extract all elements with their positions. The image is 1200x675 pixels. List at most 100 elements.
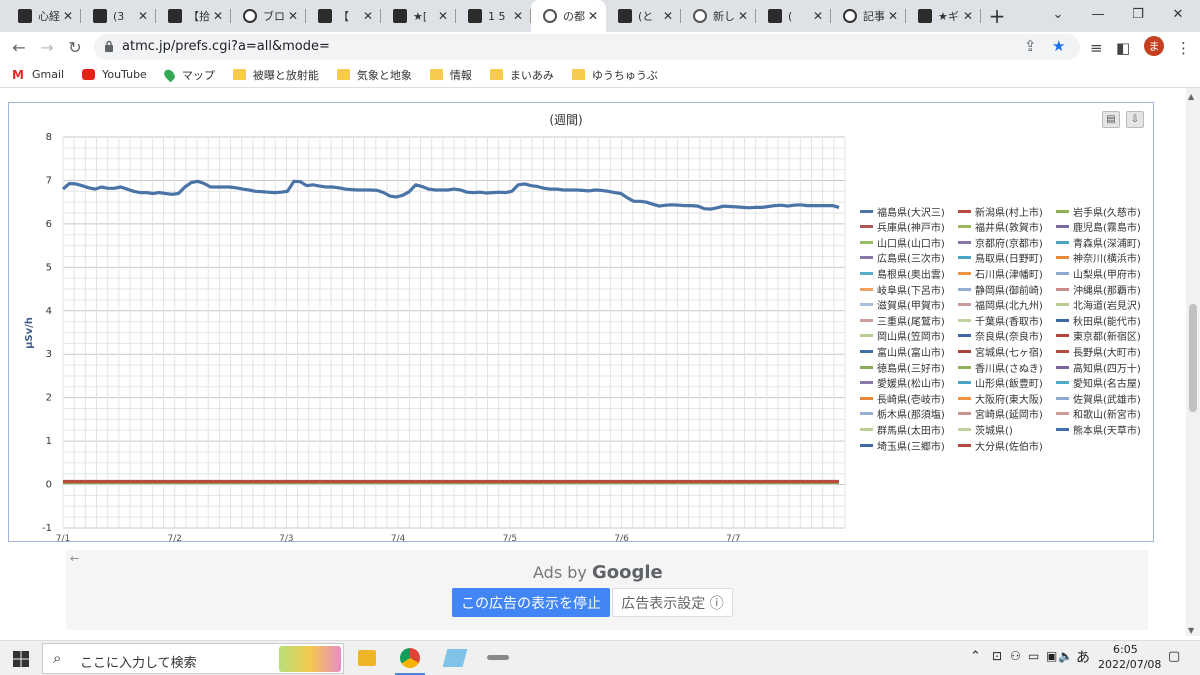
y-tick-label: 8	[46, 132, 52, 143]
scrollbar-thumb[interactable]	[1189, 304, 1197, 412]
legend-item[interactable]: 新潟県(村上市)	[958, 204, 1043, 219]
legend-item[interactable]: 大分県(佐伯市)	[958, 438, 1043, 453]
legend-label: 北海道(岩見沢)	[1073, 301, 1141, 313]
legend-label: 高知県(四万十)	[1073, 363, 1141, 375]
legend-item[interactable]: 群馬県(太田市)	[860, 422, 945, 437]
notification-icon[interactable]: ▢	[1168, 649, 1180, 664]
legend-item[interactable]: 島根県(奥出雲)	[860, 266, 945, 281]
legend-item[interactable]: 宮崎県(延岡市)	[958, 407, 1043, 421]
legend-item[interactable]: 栃木県(那須塩)	[860, 407, 945, 421]
legend-swatch	[860, 396, 873, 400]
legend-item[interactable]: 千葉県(香取市)	[958, 313, 1043, 328]
x-tick-label: 7/2	[167, 534, 181, 544]
people-icon[interactable]: ⚇	[1010, 649, 1021, 663]
legend-swatch	[860, 365, 873, 369]
legend-label: 香川県(さぬき)	[975, 363, 1043, 375]
legend-label: 栃木県(那須塩)	[877, 410, 945, 422]
legend-item[interactable]: 岩手県(久慈市)	[1056, 204, 1141, 219]
legend-item[interactable]: 茨城県()	[958, 422, 1013, 437]
legend-label: 福島県(大沢三)	[877, 207, 945, 219]
legend-item[interactable]: 北海道(岩見沢)	[1056, 298, 1141, 312]
stop-ad-button[interactable]: この広告の表示を停止	[452, 588, 610, 617]
legend-item[interactable]: 東京都(新宿区)	[1056, 329, 1141, 343]
legend-swatch	[1056, 303, 1069, 307]
legend-item[interactable]: 鳥取県(日野町)	[958, 251, 1043, 265]
legend-item[interactable]: 石川県(津幡町)	[958, 266, 1043, 281]
legend-item[interactable]: 埼玉県(三郷市)	[860, 438, 945, 453]
legend-swatch	[860, 225, 873, 229]
legend-item[interactable]: 沖縄県(那覇市)	[1056, 282, 1141, 297]
clock-time[interactable]: 6:05	[1113, 643, 1138, 656]
legend-item[interactable]: 長崎県(壱岐市)	[860, 391, 945, 406]
legend-label: 岐阜県(下呂市)	[877, 285, 945, 297]
ad-back-arrow[interactable]: ←	[70, 552, 79, 565]
y-tick-label: 7	[46, 175, 52, 186]
taskbar-search-input[interactable]: ⌕ ここに入力して検索	[42, 643, 344, 674]
legend-swatch	[958, 396, 971, 400]
legend-swatch	[1056, 225, 1069, 229]
legend-swatch	[1056, 209, 1069, 213]
legend-label: 滋賀県(甲賀市)	[877, 301, 945, 313]
legend-label: 岡山県(笠岡市)	[877, 332, 945, 344]
legend-swatch	[1056, 427, 1069, 431]
legend-item[interactable]: 広島県(三次市)	[860, 251, 945, 265]
y-tick-label: 2	[46, 393, 52, 404]
legend-swatch	[860, 256, 873, 260]
legend-item[interactable]: 和歌山(新宮市)	[1056, 407, 1141, 421]
legend-item[interactable]: 神奈川(横浜市)	[1056, 251, 1141, 265]
clock-date[interactable]: 2022/07/08	[1098, 658, 1161, 671]
legend-item[interactable]: 山形県(飯豊町)	[958, 376, 1043, 390]
legend-item[interactable]: 福井県(敦賀市)	[958, 220, 1043, 234]
app-icon[interactable]	[442, 649, 468, 667]
ads-by-google: Ads by Google	[533, 562, 663, 583]
legend-item[interactable]: 静岡県(御前崎)	[958, 282, 1043, 297]
windows-start-icon[interactable]	[13, 651, 29, 667]
legend-item[interactable]: 徳島県(三好市)	[860, 360, 945, 375]
display-icon[interactable]: ▣	[1046, 649, 1057, 663]
legend-label: 島根県(奥出雲)	[877, 269, 945, 281]
legend-item[interactable]: 富山県(富山市)	[860, 344, 945, 359]
legend-item[interactable]: 山梨県(甲府市)	[1056, 266, 1141, 281]
legend-item[interactable]: 高知県(四万十)	[1056, 360, 1141, 375]
legend-item[interactable]: 長野県(大町市)	[1056, 344, 1141, 359]
download-icon[interactable]: ⇩	[1126, 111, 1144, 128]
legend-item[interactable]: 奈良県(奈良市)	[958, 329, 1043, 343]
x-tick-label: 7/7	[726, 534, 740, 544]
legend-item[interactable]: 愛媛県(松山市)	[860, 376, 945, 390]
ad-settings-button[interactable]: 広告表示設定 ⓘ	[612, 588, 733, 617]
legend-item[interactable]: 福島県(大沢三)	[860, 204, 945, 219]
legend-swatch	[958, 225, 971, 229]
legend-swatch	[1056, 334, 1069, 338]
legend-item[interactable]: 京都府(京都市)	[958, 235, 1043, 250]
file-explorer-icon[interactable]	[358, 650, 376, 666]
legend-item[interactable]: 秋田県(能代市)	[1056, 313, 1141, 328]
legend-item[interactable]: 青森県(深浦町)	[1056, 235, 1141, 250]
legend-item[interactable]: 滋賀県(甲賀市)	[860, 298, 945, 312]
legend-item[interactable]: 三重県(尾鷲市)	[860, 313, 945, 328]
chrome-icon[interactable]	[400, 648, 420, 668]
legend-item[interactable]: 熊本県(天草市)	[1056, 422, 1141, 437]
ad-banner: ← Ads by Google この広告の表示を停止 広告表示設定 ⓘ	[66, 550, 1148, 630]
legend-item[interactable]: 香川県(さぬき)	[958, 360, 1043, 375]
ime-indicator[interactable]: あ	[1076, 647, 1090, 667]
legend-item[interactable]: 岡山県(笠岡市)	[860, 329, 945, 343]
legend-swatch	[1056, 271, 1069, 275]
legend-label: 兵庫県(神戸市)	[877, 223, 945, 235]
scroll-down-icon[interactable]: ▼	[1188, 626, 1194, 635]
printer-icon[interactable]: ▤	[1102, 111, 1120, 128]
volume-icon[interactable]: 🔈	[1058, 649, 1073, 663]
scroll-up-icon[interactable]: ▲	[1188, 92, 1194, 101]
battery-icon[interactable]: ▭	[1028, 649, 1039, 663]
legend-item[interactable]: 愛知県(名古屋)	[1056, 376, 1141, 390]
legend-item[interactable]: 兵庫県(神戸市)	[860, 220, 945, 234]
legend-item[interactable]: 福岡県(北九州)	[958, 298, 1043, 312]
legend-item[interactable]: 山口県(山口市)	[860, 235, 945, 250]
legend-item[interactable]: 鹿児島(霧島市)	[1056, 220, 1141, 234]
network-icon[interactable]: ⊡	[992, 649, 1002, 663]
pen-icon[interactable]	[487, 655, 509, 660]
legend-item[interactable]: 宮城県(七ヶ宿)	[958, 344, 1043, 359]
legend-item[interactable]: 岐阜県(下呂市)	[860, 282, 945, 297]
tray-chevron-icon[interactable]: ⌃	[970, 649, 981, 664]
legend-item[interactable]: 佐賀県(武雄市)	[1056, 391, 1141, 406]
legend-item[interactable]: 大阪府(東大阪)	[958, 391, 1043, 406]
